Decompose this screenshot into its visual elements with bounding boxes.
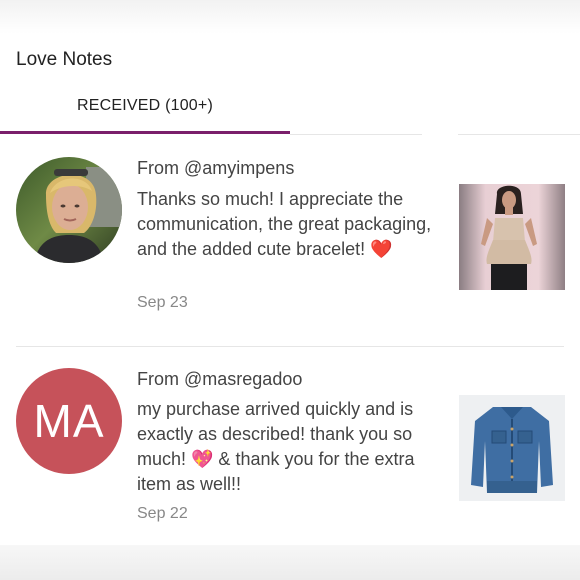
listing-thumbnail[interactable] — [459, 184, 565, 290]
tab-received[interactable]: RECEIVED (100+) — [0, 97, 290, 123]
note-message: my purchase arrived quickly and is exact… — [137, 399, 415, 494]
sender-handle-link[interactable]: @amyimpens — [184, 158, 294, 178]
from-label: From — [137, 369, 179, 389]
bottom-edge — [0, 545, 580, 580]
note-sender: From @amyimpens — [137, 158, 294, 179]
listing-photo — [459, 184, 565, 290]
listing-photo — [459, 395, 565, 501]
active-tab-indicator — [0, 131, 290, 134]
note-date: Sep 22 — [137, 505, 188, 522]
from-label: From — [137, 158, 179, 178]
avatar[interactable]: MA — [16, 368, 122, 474]
sender-handle-link[interactable]: @masregadoo — [184, 369, 302, 389]
tab-bar-divider — [290, 134, 422, 135]
avatar-photo — [16, 157, 122, 263]
avatar[interactable] — [16, 157, 122, 263]
top-edge — [0, 0, 580, 34]
page-title: Love Notes — [16, 49, 113, 70]
listing-thumbnail[interactable] — [459, 395, 565, 501]
note-date: Sep 23 — [137, 294, 188, 311]
tab-bar-divider — [458, 134, 580, 135]
note-message: Thanks so much! I appreciate the communi… — [137, 189, 432, 259]
note-sender: From @masregadoo — [137, 369, 302, 390]
note-divider — [16, 346, 564, 347]
